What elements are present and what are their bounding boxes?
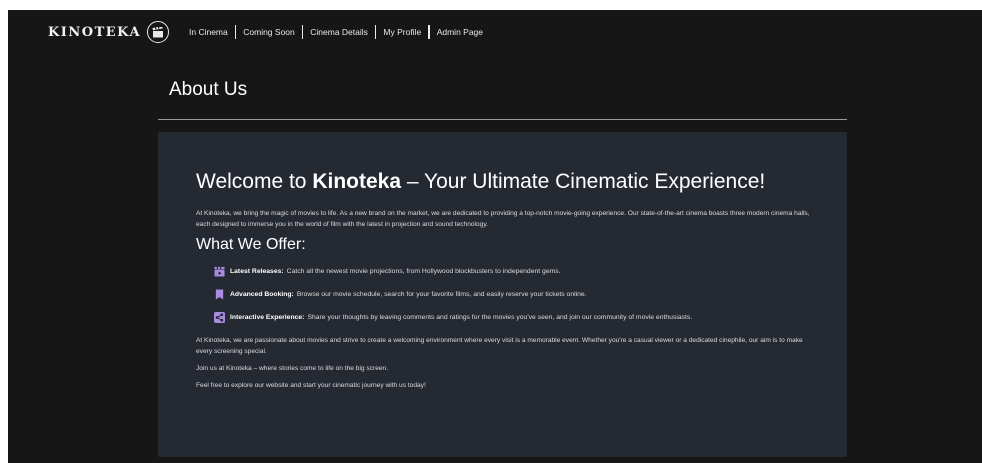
nav-link-in-cinema[interactable]: In Cinema	[189, 27, 235, 37]
offer-list: Latest Releases: Catch all the newest mo…	[196, 260, 816, 329]
share-icon	[214, 312, 225, 323]
passion-paragraph: At Kinoteka, we are passionate about mov…	[196, 337, 803, 355]
welcome-suffix: – Your Ultimate Cinematic Experience!	[406, 170, 766, 193]
film-clapperboard-icon	[147, 21, 170, 43]
title-divider	[158, 119, 847, 120]
offer-text-advanced-booking: Browse our movie schedule, search for yo…	[296, 291, 587, 298]
about-card: Welcome to Kinoteka – Your Ultimate Cine…	[158, 132, 847, 457]
nav-link-coming-soon[interactable]: Coming Soon	[236, 27, 302, 37]
navbar: KINOTEKA In Cinema Coming Soon Cinema De…	[8, 10, 982, 54]
nav-link-admin-page[interactable]: Admin Page	[430, 27, 490, 37]
intro-paragraph: At Kinoteka, we bring the magic of movie…	[196, 210, 810, 228]
clapperboard-icon	[214, 266, 225, 277]
offer-item-latest-releases: Latest Releases: Catch all the newest mo…	[214, 260, 816, 283]
welcome-brand: Kinoteka	[312, 170, 402, 193]
welcome-heading: Welcome to Kinoteka – Your Ultimate Cine…	[196, 170, 816, 194]
offer-item-advanced-booking: Advanced Booking: Browse our movie sched…	[214, 283, 816, 306]
offer-text-latest-releases: Catch all the newest movie projections, …	[286, 268, 561, 275]
brand-name: KINOTEKA	[48, 24, 142, 40]
nav-link-cinema-details[interactable]: Cinema Details	[303, 27, 375, 37]
bookmark-icon	[215, 289, 224, 300]
offer-title-latest-releases: Latest Releases:	[230, 268, 284, 275]
brand[interactable]: KINOTEKA	[48, 20, 170, 44]
offer-heading: What We Offer:	[196, 236, 306, 253]
explore-paragraph: Feel free to explore our website and sta…	[196, 382, 426, 389]
welcome-prefix: Welcome to	[196, 170, 307, 193]
join-paragraph: Join us at Kinoteka – where stories come…	[196, 365, 389, 372]
page-title: About Us	[169, 79, 248, 100]
offer-item-interactive-experience: Interactive Experience: Share your thoug…	[214, 306, 816, 329]
offer-title-interactive-experience: Interactive Experience:	[230, 314, 305, 321]
about-content: Welcome to Kinoteka – Your Ultimate Cine…	[196, 170, 816, 397]
page: KINOTEKA In Cinema Coming Soon Cinema De…	[8, 10, 982, 463]
nav-links: In Cinema Coming Soon Cinema Details My …	[189, 24, 490, 40]
nav-link-my-profile[interactable]: My Profile	[376, 27, 428, 37]
offer-title-advanced-booking: Advanced Booking:	[230, 291, 294, 298]
offer-text-interactive-experience: Share your thoughts by leaving comments …	[307, 314, 693, 321]
